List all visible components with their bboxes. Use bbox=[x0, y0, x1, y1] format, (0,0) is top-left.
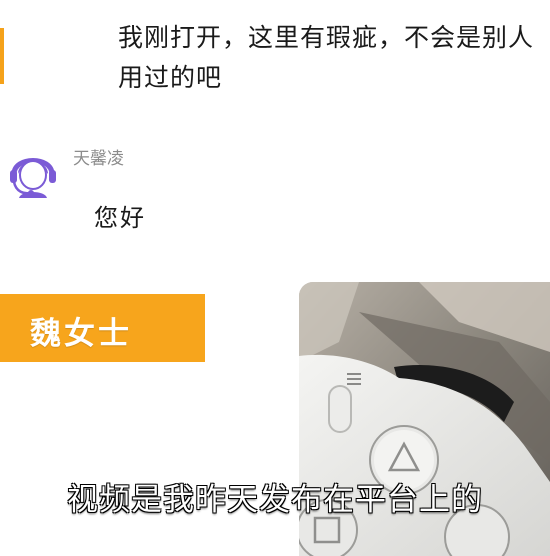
user-message-text: 我刚打开，这里有瑕疵，不会是别人用过的吧 bbox=[118, 23, 535, 92]
customer-service-headset-icon[interactable] bbox=[6, 144, 60, 198]
speaker-name-label: 魏女士 bbox=[30, 316, 132, 352]
agent-name: 天馨凌 bbox=[73, 149, 124, 169]
speaker-name-tag: 魏女士 bbox=[0, 294, 205, 362]
agent-message-text: 您好 bbox=[94, 204, 146, 232]
video-subtitle: 视频是我昨天发布在平台上的 bbox=[67, 482, 483, 518]
left-accent-bar bbox=[0, 28, 4, 84]
